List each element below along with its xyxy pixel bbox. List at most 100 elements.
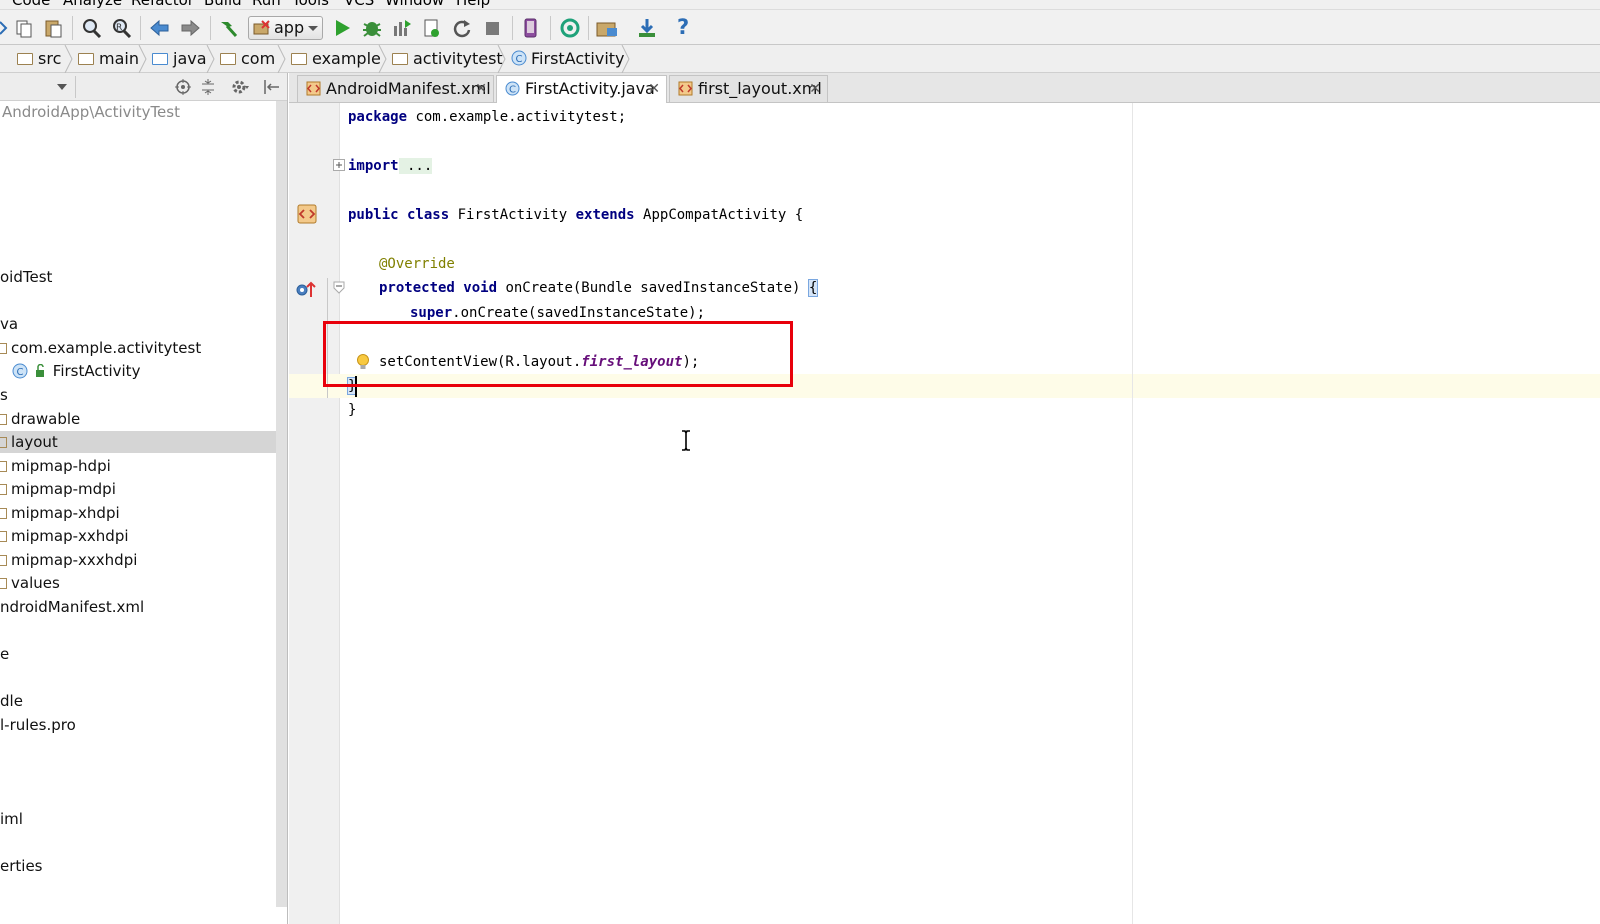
project-structure-icon[interactable]: [596, 18, 620, 38]
build-hammer-icon[interactable]: [218, 18, 240, 38]
collapse-fold-icon[interactable]: [333, 281, 346, 294]
code-line-package: package com.example.activitytest;: [348, 109, 627, 125]
menu-run[interactable]: Run: [252, 0, 281, 9]
close-icon[interactable]: ✕: [648, 76, 660, 102]
copy-icon[interactable]: [14, 18, 34, 38]
class-icon: C: [12, 363, 28, 379]
matched-brace: {: [807, 279, 819, 297]
project-panel-scrollbar[interactable]: [276, 101, 287, 907]
rerun-icon[interactable]: [451, 18, 473, 38]
code-editor[interactable]: [340, 103, 1600, 924]
close-icon[interactable]: ✕: [809, 76, 821, 102]
back-arrow-icon[interactable]: [149, 18, 171, 38]
chevron-right-icon: [497, 45, 506, 73]
debug-icon[interactable]: [361, 18, 383, 38]
code-line-class-decl: public class FirstActivity extends AppCo…: [348, 207, 804, 223]
breadcrumb-activitytest[interactable]: activitytest: [392, 49, 503, 69]
forward-arrow-icon[interactable]: [180, 18, 202, 38]
project-panel: AndroidApp\ActivityTest oidTest va com.e…: [0, 73, 288, 924]
svg-text:C: C: [516, 54, 523, 65]
class-icon: C: [505, 81, 520, 96]
breadcrumb-example[interactable]: example: [291, 49, 381, 69]
collapse-all-icon[interactable]: [200, 79, 216, 95]
svg-text:R: R: [116, 23, 122, 33]
tree-item-package[interactable]: com.example.activitytest: [0, 337, 201, 359]
folder-icon: [291, 53, 307, 65]
folder-icon: [0, 437, 7, 448]
code-line-class-close: }: [348, 402, 357, 418]
menu-code[interactable]: Code: [12, 0, 50, 9]
menu-window[interactable]: Window: [385, 0, 444, 9]
chevron-down-icon: [308, 26, 318, 31]
find-icon[interactable]: [81, 18, 103, 38]
menu-build[interactable]: Build: [204, 0, 242, 9]
tree-item-mipmap-xxhdpi[interactable]: mipmap-xxhdpi: [0, 525, 129, 547]
override-method-gutter-icon[interactable]: [296, 280, 318, 298]
tab-firstactivity[interactable]: C FirstActivity.java ✕: [496, 75, 667, 103]
tree-item-iml[interactable]: iml: [0, 808, 23, 830]
folder-icon: [78, 53, 94, 65]
scroll-from-source-icon[interactable]: [175, 79, 191, 95]
profile-icon[interactable]: [391, 18, 413, 38]
sync-gradle-icon[interactable]: [559, 18, 581, 38]
breadcrumb-main[interactable]: main: [78, 49, 139, 69]
menu-help[interactable]: Help: [456, 0, 490, 9]
hide-panel-icon[interactable]: [263, 79, 281, 95]
menu-analyze[interactable]: Analyze: [63, 0, 122, 9]
redo-icon[interactable]: [0, 18, 8, 38]
expand-fold-icon[interactable]: [333, 159, 346, 172]
editor-gutter: [289, 103, 340, 924]
folded-imports[interactable]: ...: [398, 158, 433, 174]
tree-item-gitignore[interactable]: e: [0, 643, 9, 665]
tab-androidmanifest[interactable]: AndroidManifest.xml ✕: [297, 75, 494, 102]
tree-item-firstactivity[interactable]: C FirstActivity: [12, 360, 140, 382]
breadcrumb-src[interactable]: src: [17, 49, 61, 69]
project-root-path[interactable]: AndroidApp\ActivityTest: [2, 101, 180, 123]
folder-icon: [392, 53, 408, 65]
tree-item-drawable[interactable]: drawable: [0, 408, 80, 430]
tree-item-mipmap-hdpi[interactable]: mipmap-hdpi: [0, 455, 111, 477]
gear-icon[interactable]: [231, 78, 249, 96]
svg-text:C: C: [509, 85, 516, 96]
tab-first-layout[interactable]: first_layout.xml ✕: [669, 75, 828, 102]
tree-item-values[interactable]: values: [0, 572, 60, 594]
breadcrumb-com[interactable]: com: [220, 49, 275, 69]
replace-icon[interactable]: R: [111, 18, 133, 38]
breadcrumb-java[interactable]: java: [152, 49, 207, 69]
menu-vcs[interactable]: VCS: [344, 0, 374, 9]
run-icon[interactable]: [332, 18, 354, 38]
menu-tools[interactable]: Tools: [292, 0, 329, 9]
avd-manager-icon[interactable]: [520, 18, 542, 38]
tree-item-layout-selected[interactable]: layout: [0, 431, 287, 453]
tree-item-mipmap-xxxhdpi[interactable]: mipmap-xxxhdpi: [0, 549, 137, 571]
stop-icon[interactable]: [482, 18, 504, 38]
tree-item-java[interactable]: va: [0, 313, 18, 335]
help-icon[interactable]: ?: [677, 15, 689, 39]
sdk-manager-icon[interactable]: [636, 18, 658, 38]
tree-item-proguard[interactable]: l-rules.pro: [0, 714, 76, 736]
layout-file-gutter-icon[interactable]: [297, 203, 319, 225]
breadcrumb-firstactivity[interactable]: C FirstActivity: [511, 49, 625, 69]
paste-icon[interactable]: [43, 18, 65, 38]
folder-icon: [0, 578, 7, 589]
main-toolbar: R app ?: [0, 9, 1600, 45]
editor-tab-bar: AndroidManifest.xml ✕ C FirstActivity.ja…: [289, 73, 1600, 103]
tree-item-res[interactable]: s: [0, 384, 8, 406]
run-config-dropdown[interactable]: app: [248, 16, 323, 40]
chevron-down-icon[interactable]: [57, 84, 67, 91]
attach-debugger-icon[interactable]: [421, 18, 443, 38]
tree-item-build-gradle[interactable]: dle: [0, 690, 23, 712]
unlock-icon: [35, 363, 44, 377]
chevron-right-icon: [277, 45, 286, 73]
tree-item-properties[interactable]: erties: [0, 855, 43, 877]
tree-item-androidtest[interactable]: oidTest: [0, 266, 52, 288]
menu-refactor[interactable]: Refactor: [131, 0, 194, 9]
tree-item-manifest[interactable]: ndroidManifest.xml: [0, 596, 144, 618]
breadcrumb: src main java com example activitytest C…: [0, 45, 1600, 73]
tree-item-mipmap-xhdpi[interactable]: mipmap-xhdpi: [0, 502, 120, 524]
code-line-super-call: super.onCreate(savedInstanceState);: [410, 305, 706, 321]
folder-icon: [17, 53, 33, 65]
right-margin-guide: [1132, 103, 1133, 924]
tree-item-mipmap-mdpi[interactable]: mipmap-mdpi: [0, 478, 116, 500]
close-icon[interactable]: ✕: [475, 76, 487, 102]
